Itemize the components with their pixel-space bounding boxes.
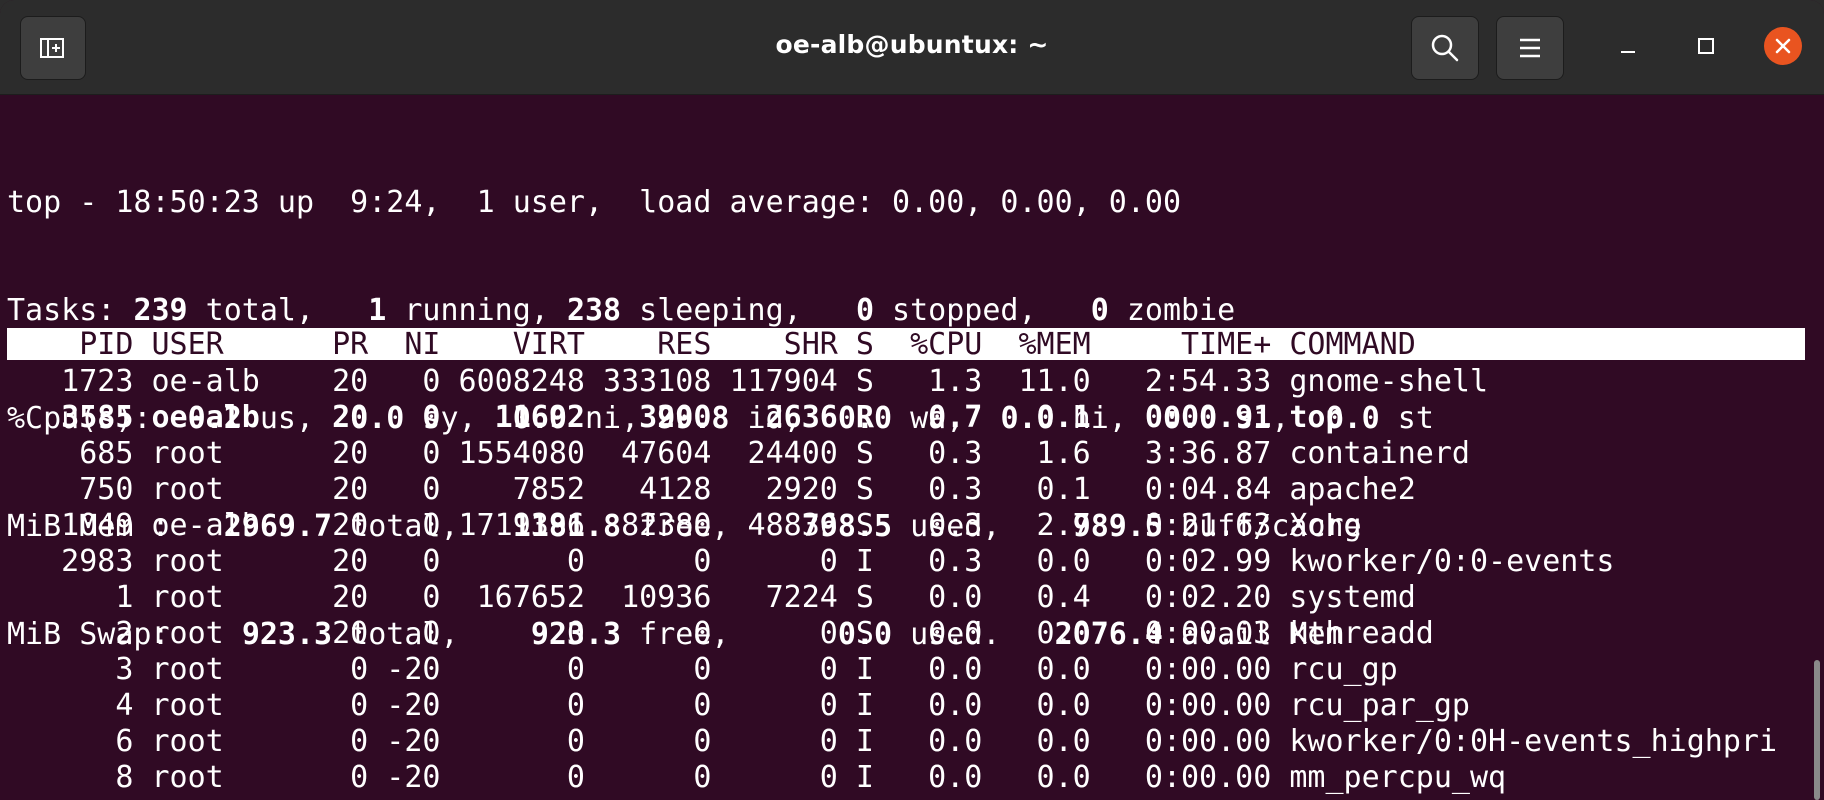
close-button[interactable] — [1759, 22, 1807, 70]
process-row: 1049 oe-alb 20 0 1719396 82380 48836 S 0… — [7, 508, 1362, 543]
process-row: 750 root 20 0 7852 4128 2920 S 0.3 0.1 0… — [7, 472, 1416, 507]
uptime-line: top - 18:50:23 up 9:24, 1 user, load ave… — [7, 185, 1181, 220]
process-row: 3585 oe-alb 20 0 11692 3200 2636 R 0.7 0… — [7, 400, 1344, 435]
search-icon — [1431, 34, 1459, 62]
hamburger-menu-icon — [1520, 38, 1540, 58]
tasks-line: Tasks: 239 total, 1 running, 238 sleepin… — [7, 293, 1236, 328]
menu-button[interactable] — [1496, 16, 1564, 80]
process-row: 1 root 20 0 167652 10936 7224 S 0.0 0.4 … — [7, 580, 1416, 615]
maximize-button[interactable] — [1682, 22, 1730, 70]
process-row: 8 root 0 -20 0 0 0 I 0.0 0.0 0:00.00 mm_… — [7, 760, 1507, 795]
close-icon — [1775, 38, 1791, 54]
process-row: 4 root 0 -20 0 0 0 I 0.0 0.0 0:00.00 rcu… — [7, 688, 1470, 723]
process-row: 3 root 0 -20 0 0 0 I 0.0 0.0 0:00.00 rcu… — [7, 652, 1398, 687]
minimize-icon — [1621, 51, 1635, 53]
process-table-header: PID USER PR NI VIRT RES SHR S %CPU %MEM … — [7, 327, 1416, 362]
process-row: 685 root 20 0 1554080 47604 24400 S 0.3 … — [7, 436, 1470, 471]
minimize-button[interactable] — [1604, 22, 1652, 70]
title-bar: oe-alb@ubuntux: ~ — [0, 0, 1824, 95]
process-row: 1723 oe-alb 20 0 6008248 333108 117904 S… — [7, 364, 1489, 399]
search-button[interactable] — [1411, 16, 1479, 80]
process-row: 2 root 20 0 0 0 0 S 0.0 0.0 0:00.03 kthr… — [7, 616, 1434, 651]
scrollbar-thumb[interactable] — [1814, 660, 1820, 800]
terminal-window: oe-alb@ubuntux: ~ top - 18:50:23 up 9:24… — [0, 0, 1824, 800]
close-circle — [1764, 27, 1802, 65]
maximize-icon — [1698, 38, 1714, 54]
process-row: 2983 root 20 0 0 0 0 I 0.3 0.0 0:02.99 k… — [7, 544, 1615, 579]
process-table: 1723 oe-alb 20 0 6008248 333108 117904 S… — [7, 364, 1777, 796]
process-row: 6 root 0 -20 0 0 0 I 0.0 0.0 0:00.00 kwo… — [7, 724, 1778, 759]
